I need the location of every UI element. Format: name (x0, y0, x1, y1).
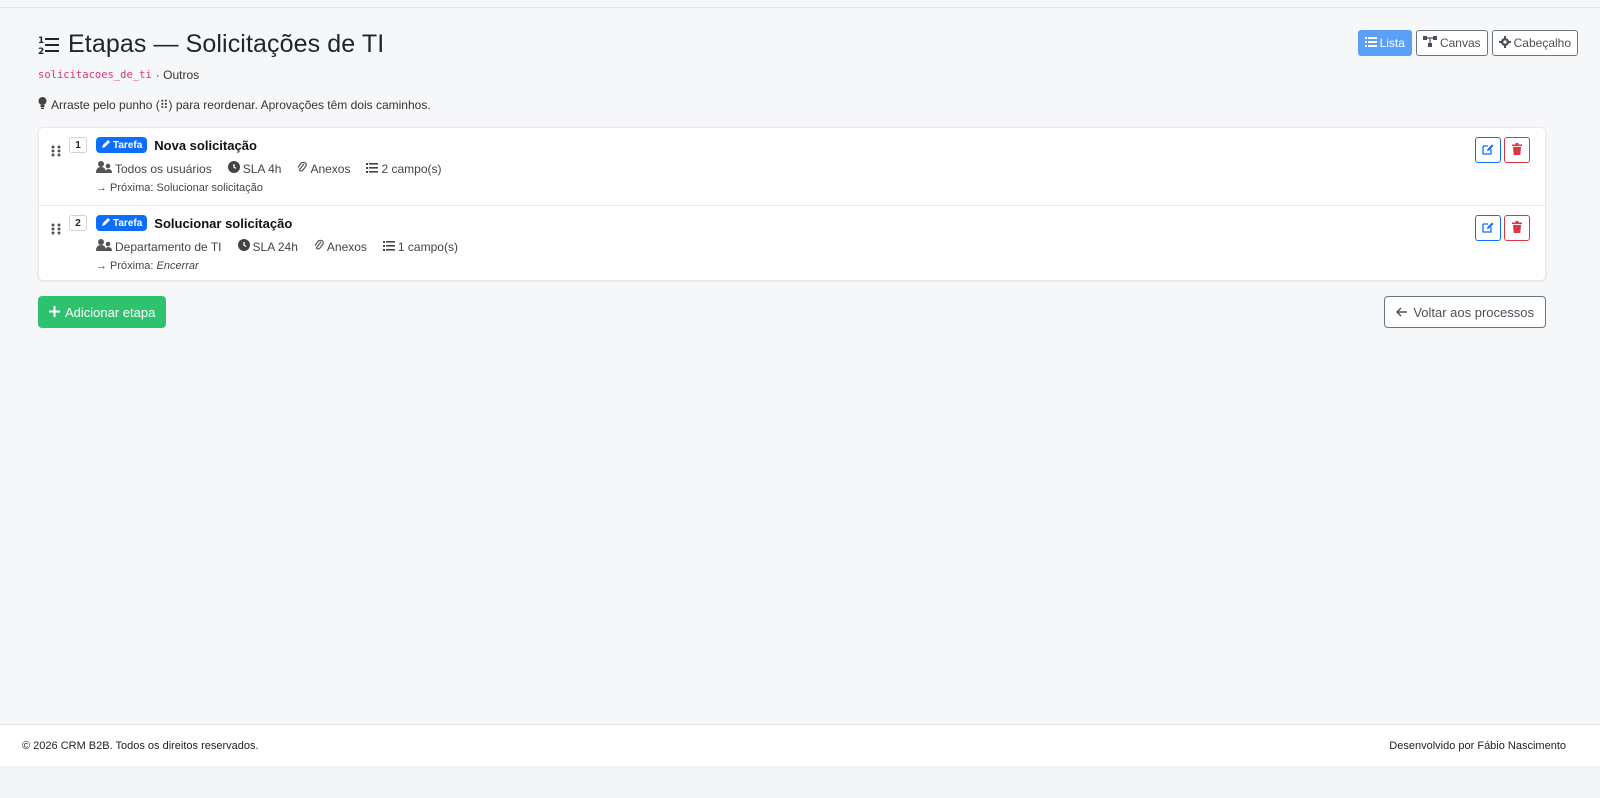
step-sla: SLA 4h (227, 161, 282, 176)
step-sla: SLA 24h (237, 239, 298, 254)
reorder-hint: Arraste pelo punho (⠿) para reordenar. A… (38, 97, 431, 112)
step-meta: Todos os usuários SLA 4h Anexos 2 campo(… (96, 161, 458, 176)
users-icon (96, 161, 112, 176)
header-settings-button[interactable]: Cabeçalho (1491, 30, 1578, 56)
hint-text: Arraste pelo punho (⠿) para reordenar. A… (51, 97, 431, 112)
edit-step-button[interactable] (1475, 215, 1501, 241)
step-actions (1475, 215, 1530, 241)
list-icon (366, 162, 379, 176)
title-row: 1 2 Etapas — Solicitações de TI (38, 30, 1578, 59)
step-number: 1 (69, 137, 87, 153)
clock-icon (227, 161, 240, 176)
step-attachments: Anexos (297, 161, 350, 176)
clock-icon (237, 239, 250, 254)
steps-list: 1 Tarefa Nova solicitação Todos os usuár… (38, 127, 1546, 281)
drag-handle-icon[interactable] (51, 222, 63, 235)
view-list-label: Lista (1379, 36, 1405, 50)
add-step-label: Adicionar etapa (65, 304, 156, 320)
step-heading: Tarefa Nova solicitação (96, 137, 257, 153)
step-next: → Próxima: Solucionar solicitação (96, 182, 263, 194)
step-assignee-text: Todos os usuários (115, 161, 212, 176)
back-to-processes-button[interactable]: Voltar aos processos (1384, 296, 1546, 328)
step-heading: Tarefa Solucionar solicitação (96, 215, 292, 231)
svg-text:2: 2 (38, 47, 44, 56)
step-assignee-text: Departamento de TI (115, 239, 222, 254)
step-assignee: Todos os usuários (96, 161, 212, 176)
footer-credit: Desenvolvido por Fábio Nascimento (1389, 739, 1566, 752)
step-next-prefix: → Próxima: (96, 260, 157, 272)
step-next-prefix: → Próxima: (96, 182, 157, 194)
paperclip-icon (297, 161, 308, 176)
edit-icon (1482, 221, 1494, 236)
back-label: Voltar aos processos (1413, 304, 1534, 320)
step-assignee: Departamento de TI (96, 239, 222, 254)
bottom-strip (0, 766, 1600, 798)
gear-icon (1498, 35, 1511, 51)
footer-copyright: © 2026 CRM B2B. Todos os direitos reserv… (22, 739, 259, 752)
list-icon (1364, 36, 1377, 50)
step-fields: 1 campo(s) (382, 239, 458, 254)
step-row: 2 Tarefa Solucionar solicitação Departam… (39, 205, 1545, 282)
step-name: Nova solicitação (154, 137, 257, 153)
page-footer: © 2026 CRM B2B. Todos os direitos reserv… (0, 724, 1600, 766)
view-list-button[interactable]: Lista (1357, 30, 1412, 56)
step-actions (1475, 137, 1530, 163)
add-step-button[interactable]: Adicionar etapa (38, 296, 167, 328)
view-canvas-label: Canvas (1439, 36, 1481, 50)
drag-handle-icon[interactable] (51, 144, 63, 157)
page-header: 1 2 Etapas — Solicitações de TI solicita… (38, 30, 1578, 90)
svg-text:1: 1 (38, 36, 44, 46)
users-icon (96, 239, 112, 254)
diagram-icon (1422, 36, 1437, 50)
step-next: → Próxima: Encerrar (96, 260, 199, 272)
edit-step-button[interactable] (1475, 137, 1501, 163)
step-sla-text: SLA 4h (242, 161, 282, 176)
lightbulb-icon (38, 97, 47, 112)
trash-icon (1512, 142, 1522, 158)
step-fields-text: 1 campo(s) (397, 239, 458, 254)
list-ordered-icon: 1 2 (38, 32, 60, 58)
step-name: Solucionar solicitação (154, 215, 293, 231)
process-subtitle: solicitacoes_de_ti · Outros (38, 68, 1578, 82)
process-slug: solicitacoes_de_ti (38, 69, 152, 81)
step-fields: 2 campo(s) (366, 161, 442, 176)
step-attachments: Anexos (314, 239, 367, 254)
step-fields-text: 2 campo(s) (381, 161, 442, 176)
view-toggle: Lista Canvas Cabeçalho (1357, 30, 1578, 56)
arrow-left-icon (1396, 305, 1408, 320)
step-attachments-text: Anexos (326, 239, 367, 254)
top-divider (0, 7, 1600, 8)
trash-icon (1512, 220, 1522, 236)
step-type-label: Tarefa (113, 217, 143, 229)
step-meta: Departamento de TI SLA 24h Anexos 1 camp… (96, 239, 474, 254)
step-type-badge: Tarefa (96, 137, 148, 153)
page-title: Etapas — Solicitações de TI (68, 30, 385, 58)
step-next-value: Solucionar solicitação (156, 182, 263, 194)
step-type-label: Tarefa (113, 139, 143, 151)
paperclip-icon (314, 239, 324, 254)
list-icon (382, 240, 395, 254)
delete-step-button[interactable] (1504, 215, 1530, 241)
view-canvas-button[interactable]: Canvas (1415, 30, 1488, 56)
plus-icon (49, 305, 60, 320)
step-sla-text: SLA 24h (252, 239, 298, 254)
pencil-icon (101, 217, 111, 230)
process-category: · Outros (155, 68, 200, 82)
edit-icon (1482, 143, 1494, 158)
step-type-badge: Tarefa (96, 215, 148, 231)
pencil-icon (101, 139, 111, 152)
step-number: 2 (69, 215, 87, 231)
delete-step-button[interactable] (1504, 137, 1530, 163)
step-attachments-text: Anexos (310, 161, 351, 176)
step-next-value: Encerrar (156, 260, 199, 272)
step-row: 1 Tarefa Nova solicitação Todos os usuár… (39, 128, 1545, 205)
header-settings-label: Cabeçalho (1513, 36, 1571, 50)
